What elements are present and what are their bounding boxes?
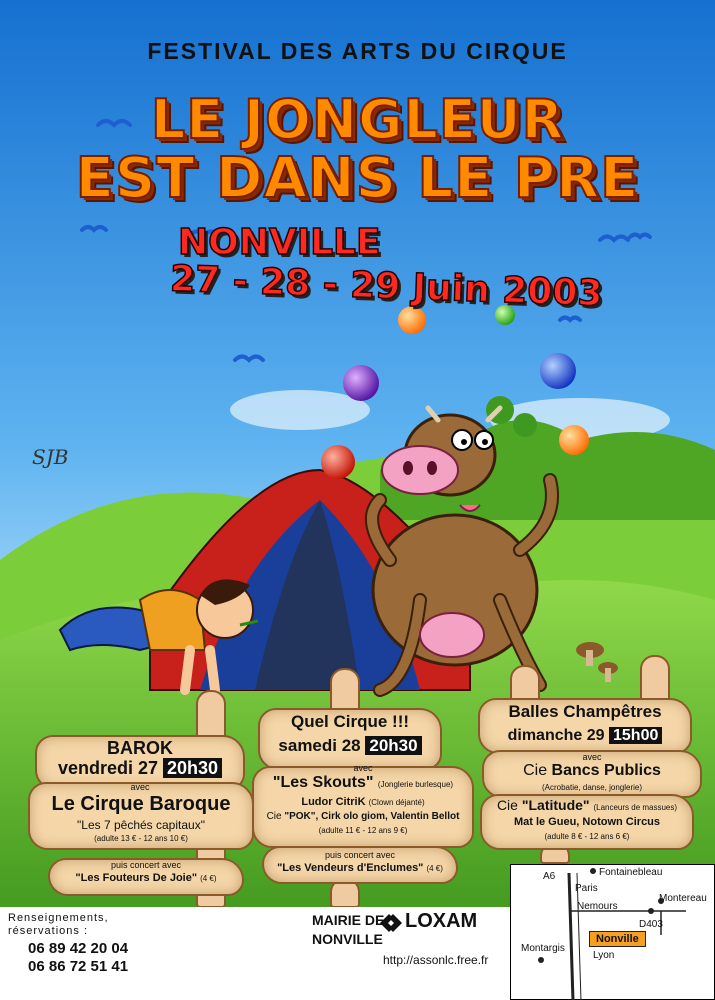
sign1-avec: avec bbox=[130, 782, 150, 792]
sign2-concert: "Les Vendeurs d'Enclumes" bbox=[277, 862, 424, 874]
sign3-cie1: Bancs Publics bbox=[551, 762, 661, 779]
info-label-1: Renseignements, bbox=[8, 912, 109, 924]
map-fontainebleau: Fontainebleau bbox=[599, 867, 663, 878]
sign2-title: Quel Cirque !!! bbox=[290, 712, 410, 731]
phone-2: 06 86 72 51 41 bbox=[28, 958, 129, 975]
sponsor-loxam: LOXAM bbox=[405, 910, 478, 932]
sign2-avec: avec bbox=[353, 763, 373, 773]
map-a6: A6 bbox=[543, 871, 556, 882]
sign2-time: 20h30 bbox=[365, 736, 422, 755]
sign2-act2: Ludor CitriK bbox=[301, 796, 366, 808]
town-name: NONVILLE bbox=[177, 221, 381, 264]
sign1-title: BAROK bbox=[107, 738, 173, 758]
sign2-act2-note: (Clown déjanté) bbox=[368, 798, 425, 807]
sign2-concert-price: (4 €) bbox=[426, 864, 443, 873]
sign2-act: "Les Skouts" bbox=[272, 774, 374, 791]
title-line-1: LE JONGLEUR bbox=[150, 87, 565, 152]
sign3-price: (adulte 8 € - 12 ans 6 €) bbox=[544, 832, 630, 841]
sign1-price: (adulte 13 € - 12 ans 10 €) bbox=[94, 834, 188, 843]
sign1-concert: "Les Fouteurs De Joie" bbox=[75, 872, 198, 884]
map-montargis: Montargis bbox=[521, 943, 565, 954]
phone-1: 06 89 42 20 04 bbox=[28, 940, 129, 957]
festival-header: FESTIVAL DES ARTS DU CIRQUE bbox=[147, 38, 568, 64]
sign3-cie2-note: (Lanceurs de massues) bbox=[593, 803, 678, 812]
sign3-time: 15h00 bbox=[609, 727, 663, 744]
sign1-concert-intro: puis concert avec bbox=[110, 860, 182, 870]
sign3-day: dimanche 29 bbox=[507, 727, 605, 744]
map-lyon: Lyon bbox=[593, 950, 615, 961]
sign2-day: samedi 28 bbox=[278, 736, 361, 755]
map-montereau: Montereau bbox=[659, 893, 707, 904]
title-line-2: EST DANS LE PRE bbox=[75, 145, 640, 212]
map-d403: D403 bbox=[639, 919, 663, 930]
sign2-concert-intro: puis concert avec bbox=[324, 850, 396, 860]
sign3-cie1-prefix: Cie bbox=[523, 762, 548, 779]
mairie-line-1: MAIRIE DE bbox=[312, 912, 385, 928]
map-nonville: Nonville bbox=[589, 931, 646, 947]
mairie-line-2: NONVILLE bbox=[312, 931, 383, 947]
sign1-time: 20h30 bbox=[163, 758, 223, 778]
map-nemours: Nemours bbox=[577, 901, 618, 912]
sign3-cie2: "Latitude" bbox=[521, 797, 590, 813]
sign3-act: Mat le Gueu, Notown Circus bbox=[513, 816, 661, 828]
artist-signature: SJB bbox=[32, 445, 69, 469]
sign1-day: vendredi 27 bbox=[57, 758, 158, 778]
sign2-act3: "POK", Cirk olo giom, Valentin Bellot bbox=[284, 811, 460, 822]
sign3-cie2-prefix: Cie bbox=[496, 797, 518, 813]
sign1-show: "Les 7 pêchés capitaux" bbox=[77, 818, 205, 832]
sign3-cie1-note: (Acrobatie, danse, jonglerie) bbox=[541, 783, 643, 792]
sign3-avec: avec bbox=[582, 752, 602, 762]
sign2-act-note: (Jonglerie burlesque) bbox=[377, 780, 454, 789]
sign1-concert-price: (4 €) bbox=[200, 874, 217, 883]
info-label-2: réservations : bbox=[8, 925, 89, 937]
sign2-price: (adulte 11 € - 12 ans 9 €) bbox=[318, 826, 408, 835]
loxam-logo-icon bbox=[380, 914, 402, 932]
map-paris: Paris bbox=[575, 883, 598, 894]
website-url[interactable]: http://assonlc.free.fr bbox=[383, 953, 488, 967]
sign3-title: Balles Champêtres bbox=[508, 702, 662, 721]
access-map: A6 Paris Fontainebleau Nemours Montereau… bbox=[510, 864, 715, 1000]
festival-poster: SJB FESTIVAL DES ARTS DU CIRQUE LE JONGL… bbox=[0, 0, 715, 1000]
sign2-act3-prefix: Cie bbox=[266, 811, 282, 822]
sign1-act: Le Cirque Baroque bbox=[51, 793, 231, 815]
